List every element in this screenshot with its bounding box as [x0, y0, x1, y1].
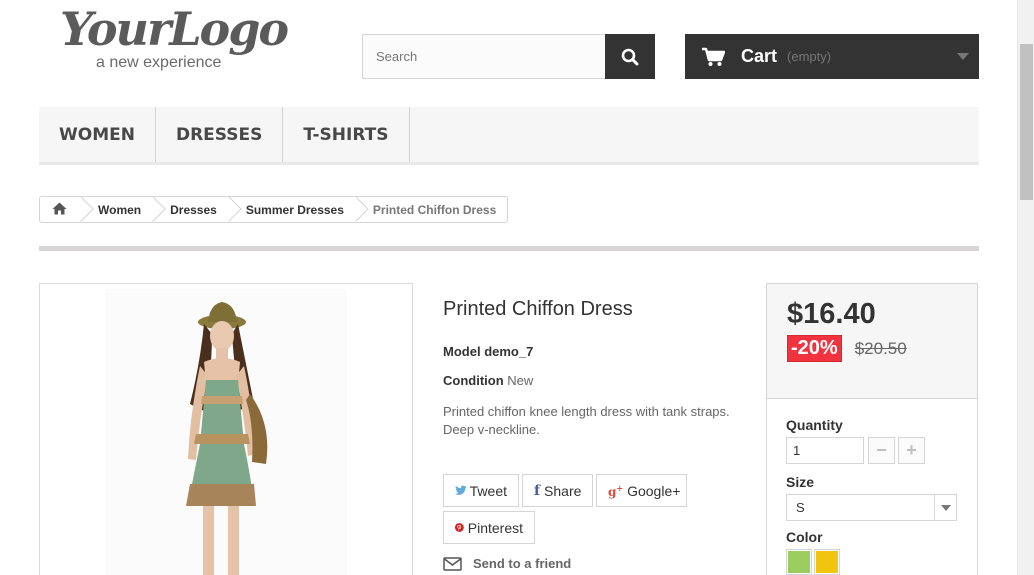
chevron-down-icon [957, 53, 969, 60]
scrollbar-thumb[interactable] [1020, 44, 1033, 200]
breadcrumb-label: Women [98, 202, 142, 217]
cart-label: Cart [741, 46, 778, 66]
breadcrumb: Women Dresses Summer Dresses Printed Chi… [39, 196, 509, 223]
discount-badge: -20% [787, 335, 842, 362]
size-value: S [796, 500, 805, 515]
menu-item-tshirts[interactable]: T-SHIRTS [283, 107, 410, 162]
google-plus-icon: g+ [608, 482, 624, 499]
buy-box: $16.40 -20% $20.50 Quantity − + Size S [766, 283, 978, 575]
color-block: Color [786, 529, 977, 575]
search-input[interactable] [362, 34, 605, 79]
breadcrumb-home[interactable] [40, 197, 81, 222]
main-menu: WOMEN DRESSES T-SHIRTS [39, 107, 979, 165]
minus-icon: − [876, 440, 887, 460]
cart-button[interactable]: Cart (empty) [685, 34, 979, 79]
color-swatch-yellow[interactable] [814, 549, 840, 575]
quantity-label: Quantity [786, 417, 843, 433]
model-value: demo_7 [484, 344, 534, 359]
tweet-label: Tweet [469, 482, 507, 499]
logo-text: YourLogo [60, 2, 289, 56]
plus-icon: + [906, 440, 917, 460]
breadcrumb-label: Dresses [170, 202, 217, 217]
tweet-button[interactable]: Tweet [443, 474, 519, 507]
breadcrumb-current: Printed Chiffon Dress [356, 197, 507, 222]
cart-status: (empty) [787, 49, 832, 64]
social-sharing: Tweet f Share g+ Google+ Pinterest [443, 474, 703, 544]
facebook-share-button[interactable]: f Share [522, 474, 593, 507]
google-plus-button[interactable]: g+ Google+ [596, 474, 687, 507]
logo-tagline: a new experience [96, 54, 222, 71]
size-select[interactable]: S [786, 494, 957, 521]
color-label: Color [786, 529, 823, 545]
send-to-friend-link[interactable]: Send to a friend [443, 556, 571, 571]
cart-icon [702, 47, 725, 66]
price-reduction: -20% $20.50 [787, 335, 977, 362]
breadcrumb-label: Printed Chiffon Dress [372, 202, 497, 217]
menu-item-women[interactable]: WOMEN [39, 107, 156, 162]
condition-label: Condition [443, 373, 504, 388]
product-image[interactable] [39, 283, 413, 575]
google-plus-label: Google+ [627, 482, 681, 499]
menu-item-dresses[interactable]: DRESSES [156, 107, 284, 162]
size-label: Size [786, 474, 815, 490]
site-logo[interactable]: YourLogo a new experience [60, 2, 300, 76]
product-condition: Condition New [443, 373, 753, 388]
quantity-increase-button[interactable]: + [898, 437, 925, 464]
product-description: Printed chiffon knee length dress with t… [443, 404, 730, 437]
purchase-options: Quantity − + Size S Color [767, 399, 977, 575]
search-bar [362, 34, 655, 79]
home-icon [52, 202, 67, 214]
product-reference: Model demo_7 [443, 344, 753, 359]
product-title: Printed Chiffon Dress [443, 298, 633, 320]
current-price: $16.40 [787, 298, 876, 330]
color-swatches [786, 549, 977, 575]
quantity-block: Quantity − + [786, 417, 977, 464]
chevron-down-icon [934, 495, 956, 520]
envelope-icon [443, 556, 462, 571]
product-info: Printed Chiffon Dress Model demo_7 Condi… [443, 298, 753, 439]
price-section: $16.40 -20% $20.50 [767, 284, 977, 399]
pinterest-label: Pinterest [467, 519, 523, 536]
quantity-decrease-button[interactable]: − [868, 437, 895, 464]
product-photo [105, 289, 347, 575]
page-scrollbar[interactable] [1017, 0, 1034, 575]
share-label: Share [544, 482, 582, 499]
old-price: $20.50 [854, 338, 907, 358]
search-button[interactable] [605, 34, 655, 79]
pinterest-button[interactable]: Pinterest [443, 511, 535, 544]
search-icon [621, 48, 639, 65]
size-block: Size S [786, 474, 977, 521]
model-label: Model [443, 344, 481, 359]
color-swatch-green[interactable] [786, 549, 812, 575]
quantity-stepper: − + [786, 437, 977, 464]
section-divider [39, 246, 979, 251]
pinterest-icon [455, 523, 464, 532]
breadcrumb-label: Summer Dresses [245, 202, 344, 217]
quantity-input[interactable] [786, 437, 864, 464]
condition-value: New [507, 373, 534, 388]
facebook-icon: f [534, 482, 541, 499]
breadcrumb-item-summer-dresses[interactable]: Summer Dresses [229, 197, 356, 222]
twitter-icon [455, 485, 467, 495]
send-to-friend-label: Send to a friend [473, 556, 572, 571]
